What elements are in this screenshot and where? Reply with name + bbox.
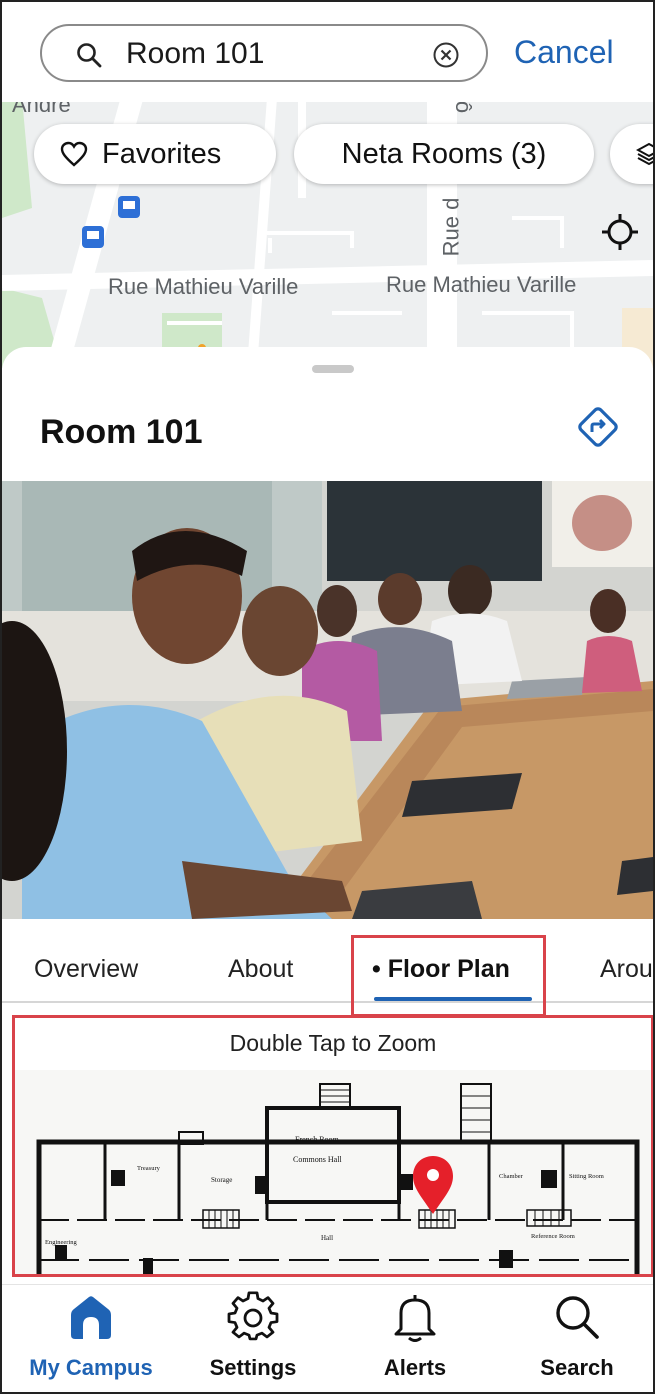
- plan-label-commons-hall: Commons Hall: [293, 1155, 342, 1164]
- locate-me-icon[interactable]: [600, 212, 640, 252]
- plan-label-chamber: Chamber: [499, 1173, 524, 1180]
- zoom-hint: Double Tap to Zoom: [229, 1030, 437, 1056]
- app-screen: Room 101 Cancel Andre ô Rue d Rue Mathie…: [0, 0, 655, 1394]
- plan-label-sitting-room: Sitting Room: [569, 1173, 604, 1180]
- nav-label: Search: [540, 1355, 614, 1380]
- plan-label-storage: Storage: [211, 1176, 232, 1184]
- bottom-navigation: My Campus Settings Alerts Search: [2, 1284, 653, 1392]
- nav-label: Settings: [209, 1355, 297, 1380]
- search-icon: [77, 43, 102, 68]
- search-header: Room 101 Cancel: [2, 2, 653, 102]
- room-title: Room 101: [40, 413, 203, 451]
- tab-about[interactable]: About: [228, 955, 293, 984]
- directions-icon[interactable]: [576, 405, 620, 449]
- sheet-drag-handle[interactable]: [312, 365, 354, 373]
- tab-highlight-box: [351, 935, 546, 1017]
- heart-icon: [60, 141, 88, 167]
- tab-overview[interactable]: Overview: [34, 955, 138, 984]
- room-photo: [2, 481, 653, 919]
- nav-search[interactable]: Search: [496, 1285, 653, 1392]
- clear-icon[interactable]: [432, 41, 460, 69]
- search-icon: [556, 1296, 599, 1339]
- favorites-chip[interactable]: Favorites: [34, 124, 276, 184]
- nav-alerts[interactable]: Alerts: [334, 1285, 496, 1392]
- bell-icon: [394, 1295, 436, 1342]
- plan-label-treasury: Treasury: [137, 1165, 161, 1172]
- search-input[interactable]: Room 101: [40, 24, 488, 82]
- home-icon: [71, 1296, 111, 1339]
- road-label: Rue d: [438, 197, 464, 257]
- nav-label: Alerts: [383, 1355, 447, 1380]
- cancel-button[interactable]: Cancel: [514, 28, 614, 76]
- plan-label-engineering: Engineering: [45, 1239, 78, 1246]
- layers-icon: [636, 142, 653, 166]
- nav-label: My Campus: [29, 1355, 153, 1380]
- gear-icon: [227, 1291, 279, 1341]
- road-label: Rue Mathieu Varille: [386, 272, 577, 297]
- floor-plan-drawing[interactable]: French Room Commons Hall Hall Storage Si…: [15, 1070, 651, 1277]
- room-detail-sheet: Room 101 Overview About • Floor Plan Aro…: [2, 347, 653, 1392]
- plan-label-french-room: French Room: [295, 1135, 340, 1144]
- room-tabs: Overview About • Floor Plan Arou: [2, 937, 653, 1003]
- favorites-chip-label: Favorites: [102, 137, 222, 170]
- nav-my-campus[interactable]: My Campus: [10, 1285, 172, 1392]
- nav-settings[interactable]: Settings: [172, 1285, 334, 1392]
- road-label: ô: [451, 100, 477, 114]
- floor-plan-panel[interactable]: Double Tap to Zoom French Room Commons H…: [12, 1015, 653, 1277]
- road-label: Rue Mathieu Varille: [108, 274, 299, 299]
- plan-label-hall: Hall: [321, 1234, 333, 1242]
- tab-around[interactable]: Arou: [600, 955, 653, 984]
- search-query[interactable]: Room 101: [126, 36, 264, 72]
- neta-rooms-chip-label: Neta Rooms (3): [341, 137, 547, 170]
- campus-map[interactable]: Andre ô Rue d Rue Mathieu Varille Rue Ma…: [2, 98, 653, 368]
- plan-label-reference-room: Reference Room: [531, 1233, 575, 1240]
- meeting-room-image: [2, 481, 653, 919]
- neta-rooms-chip[interactable]: Neta Rooms (3): [294, 124, 594, 184]
